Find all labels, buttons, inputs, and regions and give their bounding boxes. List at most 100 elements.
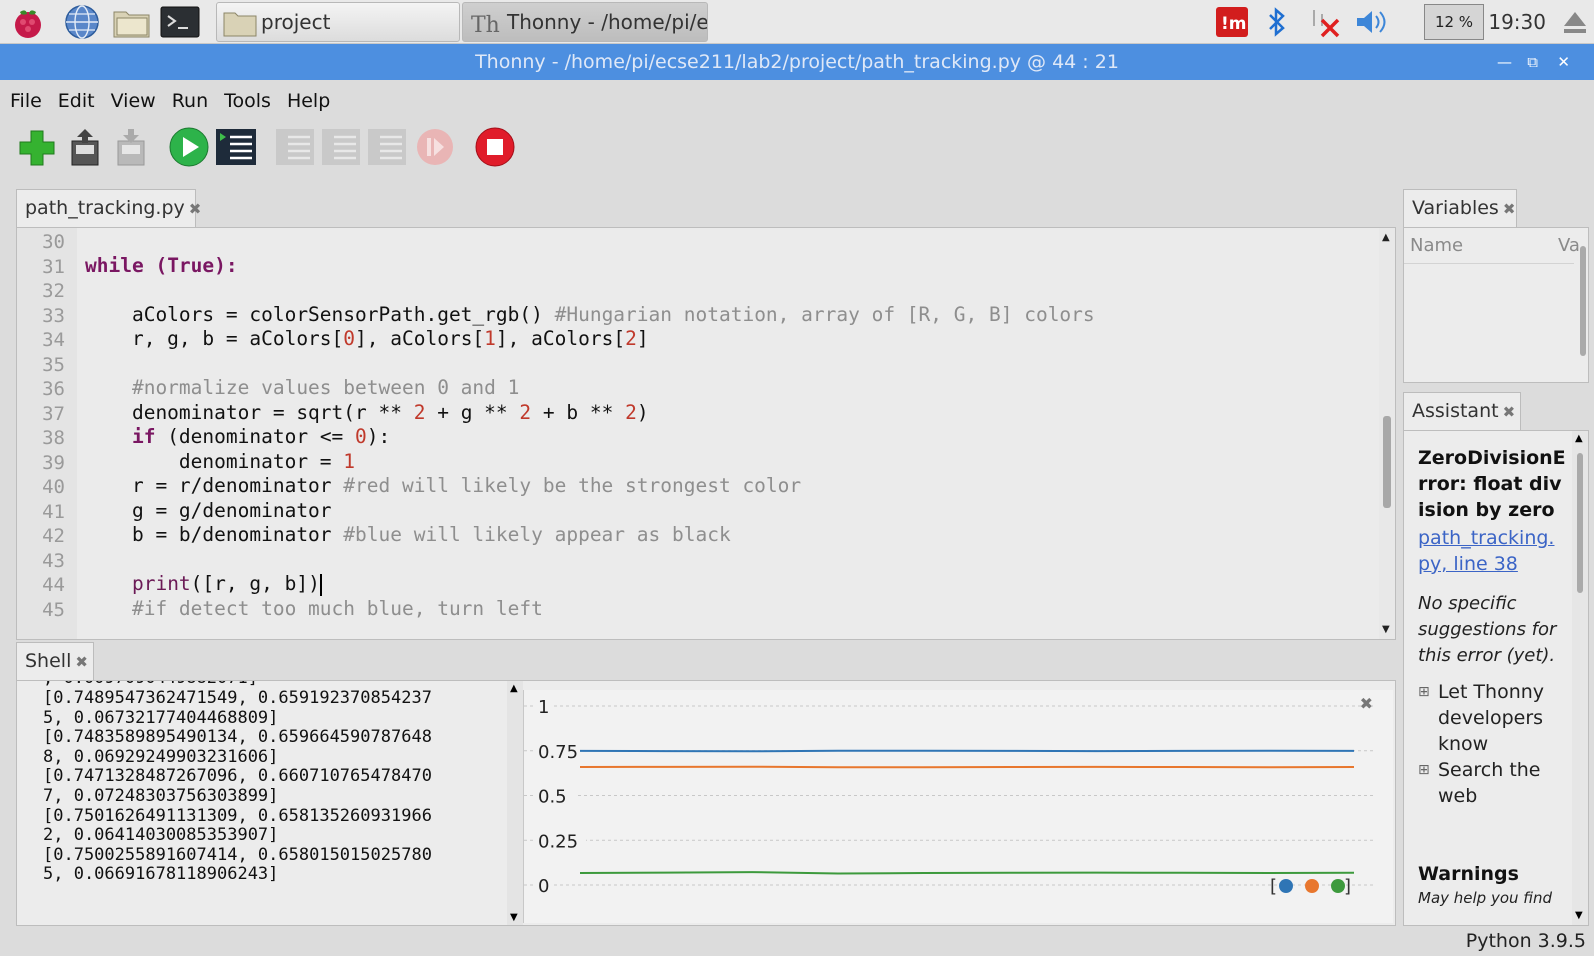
variables-panel: Name Va: [1403, 227, 1589, 383]
file-manager-icon[interactable]: [112, 4, 150, 40]
scroll-down-arrow[interactable]: ▼: [510, 912, 518, 923]
scroll-down-arrow[interactable]: ▼: [1382, 624, 1390, 635]
tab-variables[interactable]: Variables ✖: [1403, 189, 1517, 227]
warnings-title: Warnings: [1418, 863, 1519, 885]
scroll-up-arrow[interactable]: ▲: [1575, 433, 1583, 444]
code-comment: #blue will likely appear as black: [343, 523, 731, 546]
shell-line: [0.7483589895490134, 0.659664590787648: [43, 727, 432, 748]
close-tab-icon[interactable]: ✖: [189, 200, 202, 218]
legend-dot: [1305, 879, 1319, 893]
code-line-38: if (denominator <= 0):: [85, 425, 390, 448]
series-line-1: [579, 765, 1355, 769]
line-number: 30: [42, 231, 65, 253]
column-name[interactable]: Name: [1410, 228, 1463, 264]
cpu-monitor[interactable]: 12 %: [1424, 4, 1484, 40]
open-file-button[interactable]: [64, 125, 106, 169]
scroll-up-arrow[interactable]: ▲: [510, 683, 518, 694]
menu-view[interactable]: View: [101, 82, 162, 112]
number-literal: 2: [625, 401, 637, 424]
scrollbar-thumb[interactable]: [1577, 453, 1583, 593]
step-out-button[interactable]: [366, 125, 408, 169]
eject-icon[interactable]: [1562, 8, 1588, 40]
menu-run[interactable]: Run: [162, 82, 214, 112]
shell-scrollbar[interactable]: ▲ ▼: [507, 681, 523, 925]
window-title-bar[interactable]: Thonny - /home/pi/ecse211/lab2/project/p…: [0, 44, 1594, 80]
assistant-scrollbar[interactable]: ▲ ▼: [1572, 431, 1588, 925]
taskbar-item-label: Thonny - /home/pi/e...: [507, 10, 708, 34]
action-label: Let Thonny developers know: [1438, 681, 1545, 755]
close-tab-icon[interactable]: ✖: [1503, 403, 1516, 421]
close-plotter-icon[interactable]: ✖: [1360, 694, 1373, 713]
code-text: ): [636, 401, 649, 424]
plot-canvas: 1 0.75 0.5 0.25 0 []: [524, 694, 1374, 897]
tab-assistant[interactable]: Assistant ✖: [1403, 392, 1521, 430]
taskbar-item-thonny[interactable]: Th Thonny - /home/pi/e...: [462, 2, 708, 42]
action-let-developers-know[interactable]: ⊞ Let Thonny developers know: [1418, 679, 1568, 757]
menu-tools[interactable]: Tools: [214, 82, 277, 112]
code-editor[interactable]: 30 31 32 33 34 35 36 37 38 39 40 41 42 4…: [16, 227, 1396, 640]
action-search-web[interactable]: ⊞ Search the web: [1418, 757, 1568, 809]
interpreter-label[interactable]: Python 3.9.5: [1466, 930, 1586, 952]
assistant-note: No specific suggestions for this error (…: [1418, 593, 1557, 666]
window-title: Thonny - /home/pi/ecse211/lab2/project/p…: [475, 51, 1119, 73]
legend-dot: [1331, 879, 1345, 893]
plot-legend[interactable]: []: [1270, 876, 1351, 897]
step-over-button[interactable]: [274, 125, 316, 169]
network-disconnected-icon[interactable]: [1308, 6, 1344, 42]
menu-file[interactable]: File: [0, 82, 48, 112]
update-notifier-icon[interactable]: !m: [1216, 7, 1248, 37]
tab-path-tracking[interactable]: path_tracking.py ✖: [16, 189, 201, 227]
taskbar: project Th Thonny - /home/pi/e... !m 12 …: [0, 0, 1594, 44]
maximize-button[interactable]: ⧉: [1527, 44, 1538, 80]
debug-button[interactable]: [214, 125, 256, 169]
editor-scrollbar[interactable]: ▲ ▼: [1379, 228, 1395, 639]
scroll-up-arrow[interactable]: ▲: [1382, 232, 1390, 243]
code-line-36: #normalize values between 0 and 1: [85, 376, 520, 399]
code-text: (denominator <=: [155, 425, 356, 448]
menu-help[interactable]: Help: [277, 82, 336, 112]
series-line-0: [579, 749, 1355, 753]
close-tab-icon[interactable]: ✖: [1503, 200, 1516, 218]
raspberry-menu-icon[interactable]: [10, 4, 46, 40]
code-line-41: g = g/denominator: [85, 499, 332, 522]
clock[interactable]: 19:30: [1488, 0, 1546, 44]
expand-icon[interactable]: ⊞: [1418, 757, 1430, 783]
taskbar-item-project[interactable]: project: [216, 2, 460, 42]
close-tab-icon[interactable]: ✖: [75, 653, 88, 671]
keyword: if: [131, 425, 156, 448]
line-number: 33: [42, 305, 65, 327]
y-tick-label: 0.25: [538, 831, 578, 852]
y-tick-label: 1: [538, 697, 549, 718]
line-number: 34: [42, 329, 65, 351]
terminal-icon[interactable]: [160, 4, 200, 40]
save-file-button[interactable]: [110, 125, 152, 169]
scroll-down-arrow[interactable]: ▼: [1575, 910, 1583, 921]
scrollbar-thumb[interactable]: [1383, 416, 1391, 508]
step-into-button[interactable]: [320, 125, 362, 169]
code-line-44: print([r, g, b]): [85, 572, 322, 596]
tab-shell[interactable]: Shell ✖: [16, 642, 94, 680]
code-text: + g **: [425, 401, 520, 424]
stop-button[interactable]: [474, 125, 516, 169]
resume-button[interactable]: [414, 125, 456, 169]
menu-edit[interactable]: Edit: [48, 82, 101, 112]
error-location-link[interactable]: path_tracking.py, line 38: [1418, 525, 1566, 577]
close-window-button[interactable]: ✕: [1557, 44, 1570, 80]
variables-scrollbar[interactable]: [1580, 246, 1586, 356]
volume-icon[interactable]: [1354, 6, 1390, 42]
y-tick-label: 0.75: [538, 742, 578, 763]
shell-line: [0.7501626491131309, 0.658135260931966: [43, 805, 432, 826]
browser-globe-icon[interactable]: [64, 4, 100, 40]
bluetooth-icon[interactable]: [1264, 6, 1290, 42]
legend-bracket: ]: [1344, 876, 1351, 897]
run-button[interactable]: [168, 125, 210, 169]
variables-header: Name Va: [1404, 228, 1580, 264]
column-value[interactable]: Va: [1558, 228, 1580, 264]
line-number: 37: [42, 403, 65, 425]
new-file-button[interactable]: [16, 125, 58, 169]
code-text: ], aColors[: [495, 327, 626, 350]
expand-icon[interactable]: ⊞: [1418, 679, 1430, 705]
assistant-panel: ZeroDivisionError: float division by zer…: [1403, 430, 1589, 926]
minimize-button[interactable]: —: [1497, 44, 1512, 80]
code-text: ):: [366, 425, 391, 448]
